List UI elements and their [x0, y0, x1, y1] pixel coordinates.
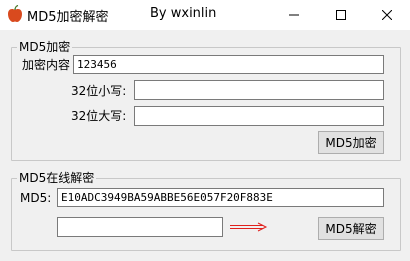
title-bar: MD5加密解密 By wxinlin: [0, 0, 410, 30]
minimize-button[interactable]: [271, 0, 317, 30]
lower-label: 32位小写:: [71, 84, 127, 98]
md5-label: MD5:: [20, 191, 52, 205]
upper-label: 32位大写:: [71, 109, 127, 123]
apple-icon: [8, 5, 22, 22]
upper-output[interactable]: [134, 106, 384, 126]
content-input[interactable]: 123456: [73, 55, 384, 74]
content-label: 加密内容: [22, 58, 71, 72]
encrypt-group-legend: MD5加密: [17, 40, 73, 54]
close-icon: [382, 10, 392, 20]
lower-output[interactable]: [134, 80, 384, 100]
encrypt-button[interactable]: MD5加密: [318, 131, 384, 154]
decrypt-group-legend: MD5在线解密: [17, 171, 97, 185]
arrow-right-icon: [230, 222, 268, 232]
maximize-icon: [336, 10, 346, 20]
minimize-icon: [289, 14, 299, 16]
close-button[interactable]: [364, 0, 410, 30]
window-title: MD5加密解密: [27, 10, 109, 25]
decrypt-button[interactable]: MD5解密: [318, 217, 384, 240]
author-label: By wxinlin: [150, 6, 217, 21]
decrypt-result-output[interactable]: [57, 217, 223, 237]
md5-input[interactable]: E10ADC3949BA59ABBE56E057F20F883E: [57, 188, 384, 207]
maximize-button[interactable]: [318, 0, 364, 30]
